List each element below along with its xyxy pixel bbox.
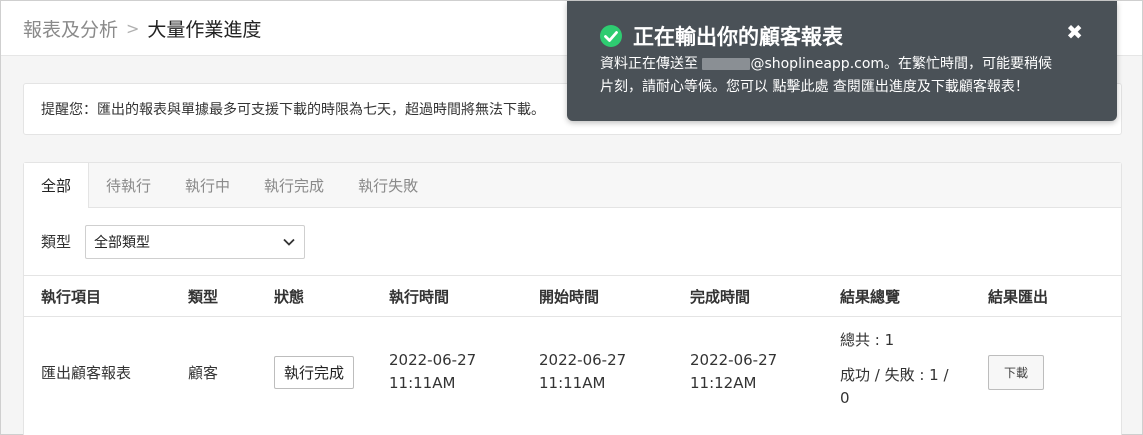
summary-result-line2: 0 (840, 388, 850, 407)
exec-date: 2022-06-27 (389, 351, 477, 369)
tab-all[interactable]: 全部 (24, 163, 90, 208)
close-icon[interactable]: ✖ (1066, 21, 1083, 43)
start-time: 11:11AM (539, 374, 606, 392)
header-status: 狀態 (274, 287, 305, 306)
tab-pending[interactable]: 待執行 (89, 163, 168, 207)
header-export: 結果匯出 (988, 287, 1049, 306)
header-type: 類型 (188, 287, 219, 306)
download-button[interactable]: 下載 (988, 354, 1045, 390)
tab-failed[interactable]: 執行失敗 (341, 163, 435, 207)
row-start-time: 2022-06-27 11:11AM (539, 317, 626, 427)
type-filter-label: 類型 (41, 233, 72, 251)
status-badge[interactable]: 執行完成 (274, 355, 355, 389)
exec-time: 11:11AM (389, 374, 456, 392)
status-tabs: 全部 待執行 執行中 執行完成 執行失敗 (24, 163, 1121, 208)
finish-date: 2022-06-27 (690, 351, 778, 369)
tab-pending-label: 待執行 (106, 176, 152, 195)
tab-completed[interactable]: 執行完成 (247, 163, 341, 207)
toast-line1-start: 資料正在傳送至 (600, 56, 703, 72)
check-circle-icon (600, 25, 622, 47)
page-title: 大量作業進度 (147, 18, 262, 41)
tab-running[interactable]: 執行中 (168, 163, 247, 207)
breadcrumb-separator: > (126, 18, 140, 38)
row-exec-time: 2022-06-27 11:11AM (389, 317, 476, 427)
toast-line1-end: @shoplineapp.com。在繁忙時間，可能要稍候 (750, 56, 1053, 72)
row-export: 下載 (988, 317, 1045, 427)
header-start-time: 開始時間 (539, 287, 600, 306)
jobs-panel: 全部 待執行 執行中 執行完成 執行失敗 類型 全部類型 執行項目 類型 狀態 … (23, 162, 1122, 435)
toast-line2[interactable]: 片刻，請耐心等候。您可以 點擊此處 查閱匯出進度及下載顧客報表！ (600, 76, 1090, 99)
summary-total: 總共 : 1 (840, 330, 895, 349)
breadcrumb-parent-link[interactable]: 報表及分析 (23, 15, 118, 42)
tab-all-label: 全部 (41, 177, 72, 195)
summary-result-line1: 成功 / 失敗 : 1 / (840, 365, 949, 384)
notice-text: 提醒您：匯出的報表與單據最多可支援下載的時限為七天，超過時間將無法下載。 (41, 102, 545, 118)
redacted-email-mask (702, 58, 751, 70)
toast-message: 資料正在傳送至 @shoplineapp.com。在繁忙時間，可能要稍候 片刻，… (600, 53, 1090, 99)
toast-title: 正在輸出你的顧客報表 (599, 21, 843, 51)
table-row: 匯出顧客報表 顧客 執行完成 2022-06-27 11:11AM 2022-0… (24, 317, 1121, 427)
row-item: 匯出顧客報表 (41, 363, 132, 382)
row-summary: 總共 : 1 成功 / 失敗 : 1 / 0 (840, 317, 949, 427)
export-toast: 正在輸出你的顧客報表 ✖ 資料正在傳送至 @shoplineapp.com。在繁… (567, 1, 1117, 121)
tab-running-label: 執行中 (185, 176, 231, 195)
row-status: 執行完成 (274, 317, 355, 427)
tab-completed-label: 執行完成 (264, 176, 325, 195)
type-select-value: 全部類型 (94, 234, 151, 251)
table-header: 執行項目 類型 狀態 執行時間 開始時間 完成時間 結果總覽 結果匯出 (24, 276, 1121, 317)
header-summary: 結果總覽 (840, 287, 901, 306)
toast-title-text: 正在輸出你的顧客報表 (633, 25, 843, 49)
header-item: 執行項目 (41, 287, 102, 306)
start-date: 2022-06-27 (539, 351, 627, 369)
finish-time: 11:12AM (690, 374, 757, 392)
row-finish-time: 2022-06-27 11:12AM (690, 317, 777, 427)
chevron-down-icon (283, 238, 295, 246)
tab-failed-label: 執行失敗 (358, 176, 419, 195)
header-finish-time: 完成時間 (690, 287, 751, 306)
row-type: 顧客 (188, 363, 219, 382)
header-exec-time: 執行時間 (389, 287, 450, 306)
type-filter: 類型 全部類型 (24, 208, 1121, 276)
type-select[interactable]: 全部類型 (85, 224, 306, 259)
